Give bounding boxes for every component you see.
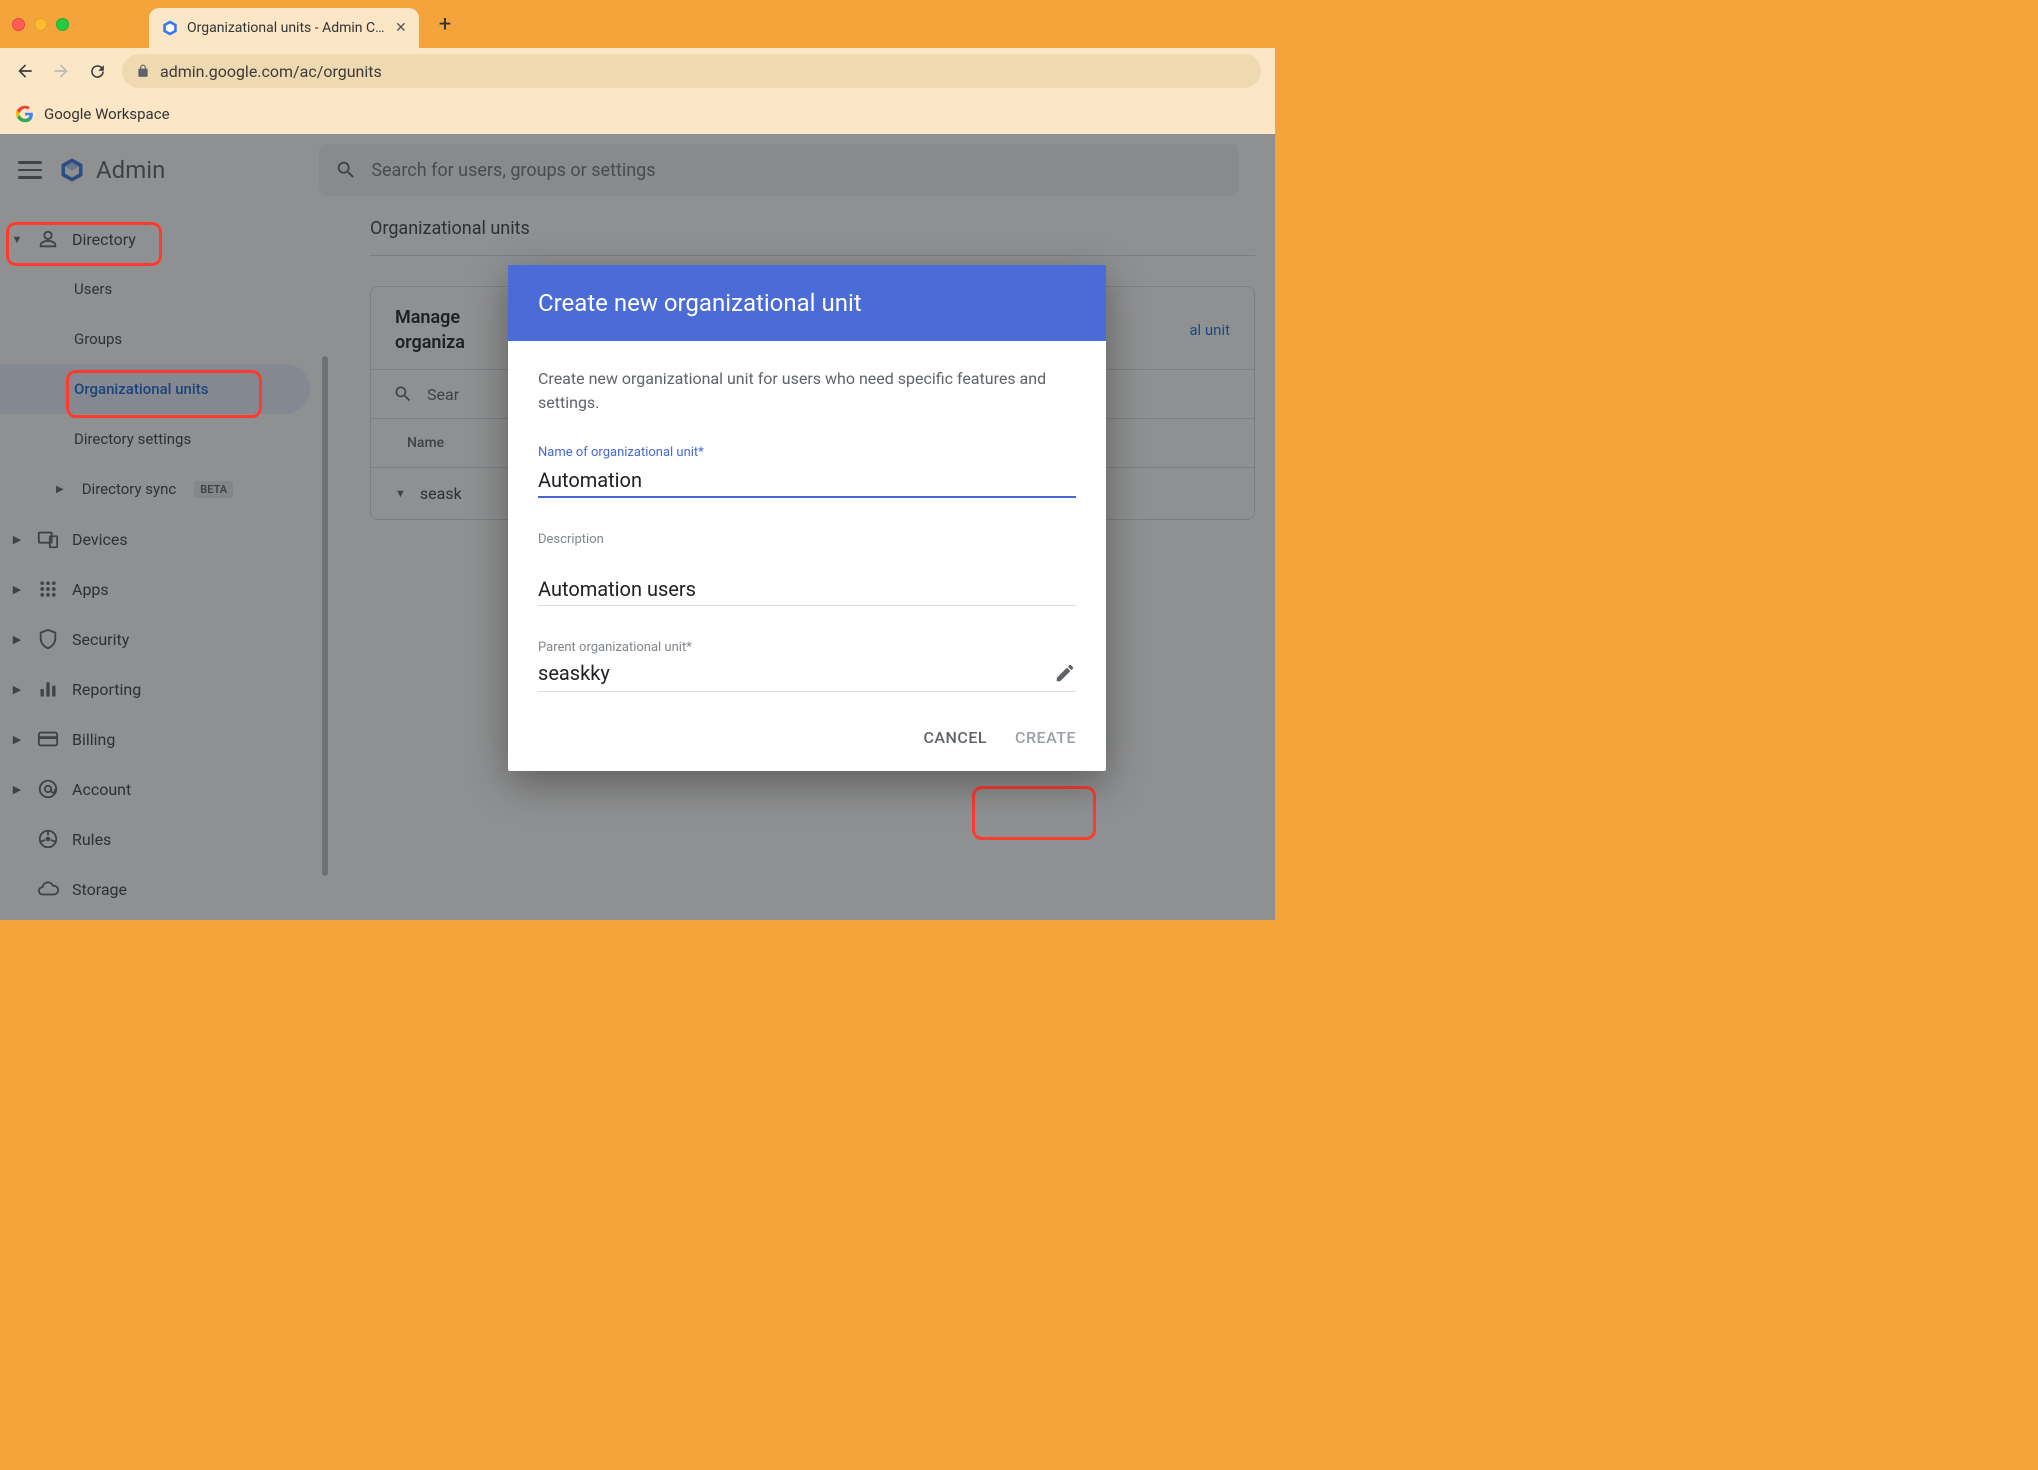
name-field-label: Name of organizational unit* <box>538 445 1076 460</box>
org-unit-name-input[interactable] <box>538 466 1076 498</box>
forward-button[interactable] <box>50 60 72 82</box>
close-window-button[interactable] <box>12 18 25 31</box>
create-org-unit-dialog: Create new organizational unit Create ne… <box>508 265 1106 771</box>
parent-org-unit-value: seaskky <box>538 661 610 685</box>
pencil-icon <box>1054 662 1076 684</box>
maximize-window-button[interactable] <box>56 18 69 31</box>
browser-toolbar: admin.google.com/ac/orgunits <box>0 48 1275 94</box>
dialog-title: Create new organizational unit <box>508 265 1106 341</box>
cancel-button[interactable]: CANCEL <box>923 728 987 747</box>
arrow-left-icon <box>15 61 35 81</box>
minimize-window-button[interactable] <box>34 18 47 31</box>
tab-close-icon[interactable]: ✕ <box>395 20 407 36</box>
dialog-description: Create new organizational unit for users… <box>538 367 1076 415</box>
reload-button[interactable] <box>86 60 108 82</box>
org-unit-description-input[interactable] <box>538 575 1076 606</box>
arrow-right-icon <box>51 61 71 81</box>
parent-field-label: Parent organizational unit* <box>538 640 1076 655</box>
reload-icon <box>88 62 107 81</box>
google-g-icon <box>16 105 34 123</box>
tab-favicon-icon <box>161 19 179 37</box>
bookmark-item[interactable]: Google Workspace <box>44 105 170 123</box>
tab-title: Organizational units - Admin C… <box>187 20 387 36</box>
browser-tab-strip: Organizational units - Admin C… ✕ + <box>0 0 1275 48</box>
lock-icon <box>136 64 150 78</box>
browser-tab[interactable]: Organizational units - Admin C… ✕ <box>149 8 419 48</box>
create-button[interactable]: CREATE <box>1015 728 1076 747</box>
back-button[interactable] <box>14 60 36 82</box>
url-text: admin.google.com/ac/orgunits <box>160 62 382 81</box>
bookmark-bar: Google Workspace <box>0 94 1275 134</box>
window-controls <box>12 18 69 31</box>
new-tab-button[interactable]: + <box>439 12 451 37</box>
description-field-label: Description <box>538 532 1076 547</box>
edit-parent-button[interactable] <box>1054 662 1076 684</box>
address-bar[interactable]: admin.google.com/ac/orgunits <box>122 54 1261 88</box>
